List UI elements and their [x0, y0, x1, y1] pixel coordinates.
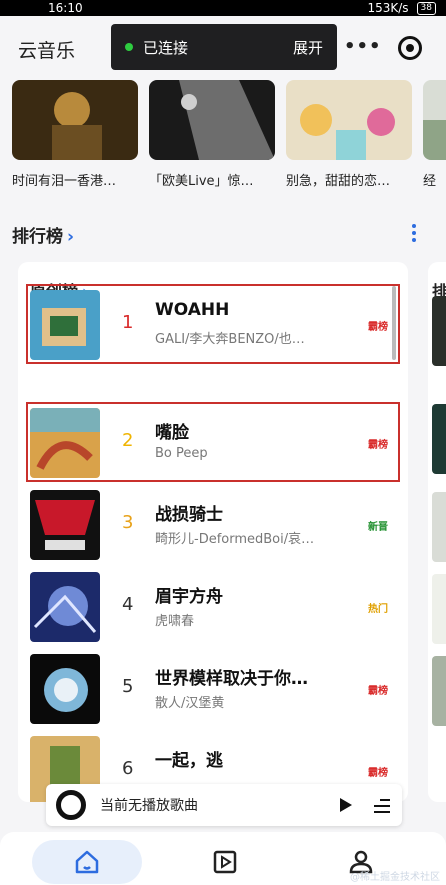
- connection-status-text: 已连接: [143, 38, 189, 57]
- next-chart-card[interactable]: 排: [428, 262, 446, 802]
- playlist-cover: [286, 80, 412, 160]
- song-tag: 霸榜: [368, 768, 388, 779]
- song-cover: [30, 408, 100, 478]
- playlist-carousel[interactable]: 时间有泪一香港… 「欧美Live」惊… 别急，甜甜的恋… 经: [0, 80, 446, 200]
- chevron-right-icon: ›: [67, 227, 75, 247]
- expand-button[interactable]: 展开: [293, 37, 323, 58]
- playlist-title: 时间有泪一香港…: [12, 174, 117, 189]
- status-time: 16:10: [48, 1, 83, 15]
- song-row[interactable]: 3 战损骑士 畸形儿-DeformedBoi/哀… 新晋: [28, 486, 398, 562]
- song-name: WOAHH: [155, 300, 230, 320]
- song-tag: 霸榜: [368, 686, 388, 697]
- song-name: 世界模样取决于你…: [155, 669, 308, 689]
- kebab-menu-icon[interactable]: [409, 224, 419, 244]
- more-dots-icon[interactable]: •••: [344, 34, 381, 60]
- song-rank: 1: [122, 312, 134, 333]
- next-card-cover: [432, 404, 446, 474]
- song-name: 战损骑士: [155, 505, 223, 525]
- song-artist: Bo Peep: [155, 446, 208, 461]
- song-tag: 新晋: [368, 522, 388, 533]
- tab-player[interactable]: [170, 840, 280, 884]
- song-cover: [30, 654, 100, 724]
- connection-status-bar[interactable]: 已连接 展开: [111, 24, 337, 70]
- song-rank: 6: [122, 758, 134, 779]
- playlist-card[interactable]: 时间有泪一香港…: [12, 80, 138, 189]
- app-title: 云音乐: [18, 40, 76, 62]
- song-rank: 3: [122, 512, 134, 533]
- app-header: 云音乐 已连接 展开 •••: [0, 16, 446, 80]
- status-bar: 16:10 153K/s 38: [0, 0, 446, 16]
- tab-home[interactable]: [32, 840, 142, 884]
- next-card-cover: [432, 574, 446, 644]
- play-icon[interactable]: [340, 798, 352, 812]
- now-playing-text: 当前无播放歌曲: [100, 798, 198, 814]
- song-tag: 霸榜: [368, 322, 388, 333]
- song-row[interactable]: 4 眉宇方舟 虎啸春 热门: [28, 568, 398, 644]
- song-artist: 虎啸春: [155, 614, 195, 629]
- ranking-heading[interactable]: 排行榜 ›: [12, 222, 74, 247]
- chart-card-original: 原创榜› 1 WOAHH GALI/李大奔BENZO/也… 霸榜 2 嘴脸 Bo…: [18, 262, 408, 802]
- song-row[interactable]: 1 WOAHH GALI/李大奔BENZO/也… 霸榜: [26, 284, 400, 364]
- next-card-cover: [432, 492, 446, 562]
- target-icon[interactable]: [398, 36, 422, 60]
- song-name: 一起，逃: [155, 751, 223, 771]
- next-card-cover: [432, 656, 446, 726]
- playlist-icon[interactable]: [370, 795, 392, 815]
- connected-dot-icon: [125, 43, 133, 51]
- song-row[interactable]: 2 嘴脸 Bo Peep 霸榜: [26, 402, 400, 482]
- song-name: 嘴脸: [155, 423, 189, 443]
- home-icon: [75, 850, 99, 874]
- song-rank: 4: [122, 594, 134, 615]
- playlist-cover: [12, 80, 138, 160]
- status-right: 153K/s 38: [367, 1, 436, 15]
- song-rank: 5: [122, 676, 134, 697]
- song-row[interactable]: 5 世界模样取决于你… 散人/汉堡黄 霸榜: [28, 650, 398, 726]
- playlist-cover: [149, 80, 275, 160]
- song-cover: [30, 290, 100, 360]
- ranking-heading-label: 排行榜: [12, 227, 63, 247]
- song-cover: [30, 572, 100, 642]
- song-name: 眉宇方舟: [155, 587, 223, 607]
- playlist-title: 别急，甜甜的恋…: [286, 174, 391, 189]
- song-artist: GALI/李大奔BENZO/也…: [155, 332, 305, 347]
- playlist-title: 「欧美Live」惊…: [149, 174, 254, 189]
- network-speed: 153K/s: [367, 1, 409, 15]
- playlist-title: 经: [423, 174, 437, 189]
- scrollbar-thumb[interactable]: [392, 286, 396, 360]
- mini-player[interactable]: 当前无播放歌曲: [46, 784, 402, 826]
- playlist-card[interactable]: 别急，甜甜的恋…: [286, 80, 412, 189]
- song-cover: [30, 490, 100, 560]
- play-square-icon: [213, 850, 237, 874]
- next-card-cover: [432, 296, 446, 366]
- battery-icon: 38: [416, 1, 436, 15]
- playlist-card[interactable]: 经: [423, 80, 446, 189]
- song-artist: 畸形儿-DeformedBoi/哀…: [155, 532, 315, 547]
- song-tag: 热门: [368, 604, 388, 615]
- watermark: @稀土掘金技术社区: [350, 872, 440, 883]
- song-rank: 2: [122, 430, 134, 451]
- disc-icon: [56, 790, 86, 820]
- playlist-cover: [423, 80, 446, 160]
- playlist-card[interactable]: 「欧美Live」惊…: [149, 80, 275, 189]
- song-tag: 霸榜: [368, 440, 388, 451]
- song-artist: 散人/汉堡黄: [155, 696, 225, 711]
